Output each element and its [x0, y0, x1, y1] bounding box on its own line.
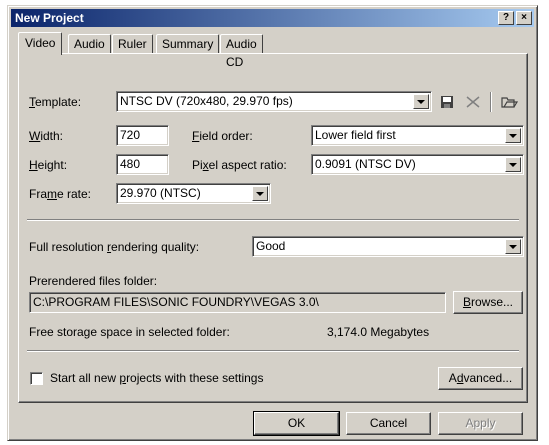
pixel-aspect-dropdown[interactable]: 0.9091 (NTSC DV): [311, 154, 524, 175]
prerendered-folder-value: C:\PROGRAM FILES\SONIC FOUNDRY\VEGAS 3.0…: [33, 295, 319, 309]
storage-label: Free storage space in selected folder:: [29, 325, 230, 339]
storage-value: 3,174.0 Megabytes: [327, 325, 430, 339]
tab-ruler[interactable]: Ruler: [112, 34, 153, 54]
template-dropdown[interactable]: NTSC DV (720x480, 29.970 fps): [116, 91, 432, 112]
tab-summary[interactable]: Summary: [156, 34, 220, 54]
separator: [27, 219, 519, 221]
frame-rate-label: Frame rate:: [29, 187, 92, 201]
delete-icon[interactable]: [463, 92, 483, 112]
start-new-label: Start all new projects with these settin…: [50, 371, 264, 385]
width-label: Width:: [29, 129, 64, 143]
prerendered-folder-field[interactable]: C:\PROGRAM FILES\SONIC FOUNDRY\VEGAS 3.0…: [29, 292, 446, 313]
frame-rate-dropdown[interactable]: 29.970 (NTSC): [116, 183, 271, 204]
title-bar[interactable]: New Project ? ×: [11, 9, 534, 27]
chevron-down-icon[interactable]: [413, 94, 429, 109]
new-project-dialog: New Project ? × Video Audio Ruler Summar…: [7, 5, 538, 441]
prerendered-folder-label: Prerendered files folder:: [29, 274, 158, 288]
field-order-label: Field order:: [192, 129, 253, 143]
chevron-down-icon[interactable]: [505, 239, 521, 254]
apply-button[interactable]: Apply: [438, 412, 523, 435]
render-quality-value: Good: [256, 239, 286, 253]
chevron-down-icon[interactable]: [505, 157, 521, 172]
frame-rate-value: 29.970 (NTSC): [120, 186, 201, 200]
width-field[interactable]: 720: [116, 125, 169, 146]
height-value: 480: [120, 157, 141, 171]
chevron-down-icon[interactable]: [505, 128, 521, 143]
pixel-aspect-value: 0.9091 (NTSC DV): [315, 157, 416, 171]
advanced-button[interactable]: Advanced...: [438, 367, 523, 390]
start-new-checkbox[interactable]: [30, 372, 43, 385]
tab-audio-cd[interactable]: Audio CD: [220, 34, 263, 69]
width-value: 720: [120, 128, 141, 142]
pixel-aspect-label: Pixel aspect ratio:: [192, 158, 287, 172]
field-order-value: Lower field first: [315, 128, 396, 142]
window-title: New Project: [15, 11, 84, 25]
separator: [27, 350, 519, 352]
close-button[interactable]: ×: [516, 11, 532, 25]
tab-video-label: Video: [25, 36, 56, 50]
render-quality-label: Full resolution rendering quality:: [29, 240, 200, 254]
browse-button[interactable]: Browse...: [453, 291, 523, 314]
tab-audio-label: Audio: [74, 37, 105, 51]
field-order-dropdown[interactable]: Lower field first: [311, 125, 524, 146]
chevron-down-icon[interactable]: [252, 186, 268, 201]
save-icon[interactable]: [437, 92, 457, 112]
tab-audio[interactable]: Audio: [68, 34, 111, 54]
template-value: NTSC DV (720x480, 29.970 fps): [120, 94, 293, 108]
tab-ruler-label: Ruler: [118, 37, 147, 51]
height-field[interactable]: 480: [116, 154, 169, 175]
cancel-button[interactable]: Cancel: [346, 412, 431, 435]
template-label: Template:: [29, 95, 82, 109]
video-settings-panel: Template: NTSC DV (720x480, 29.970 fps) …: [18, 53, 528, 403]
help-button[interactable]: ?: [498, 11, 514, 25]
render-quality-dropdown[interactable]: Good: [252, 236, 524, 257]
tab-summary-label: Summary: [162, 37, 214, 51]
open-folder-icon[interactable]: [499, 92, 519, 112]
tab-video[interactable]: Video: [18, 32, 63, 55]
toolbar-separator: [490, 92, 492, 112]
ok-button[interactable]: OK: [253, 411, 340, 436]
height-label: Height:: [29, 158, 68, 172]
